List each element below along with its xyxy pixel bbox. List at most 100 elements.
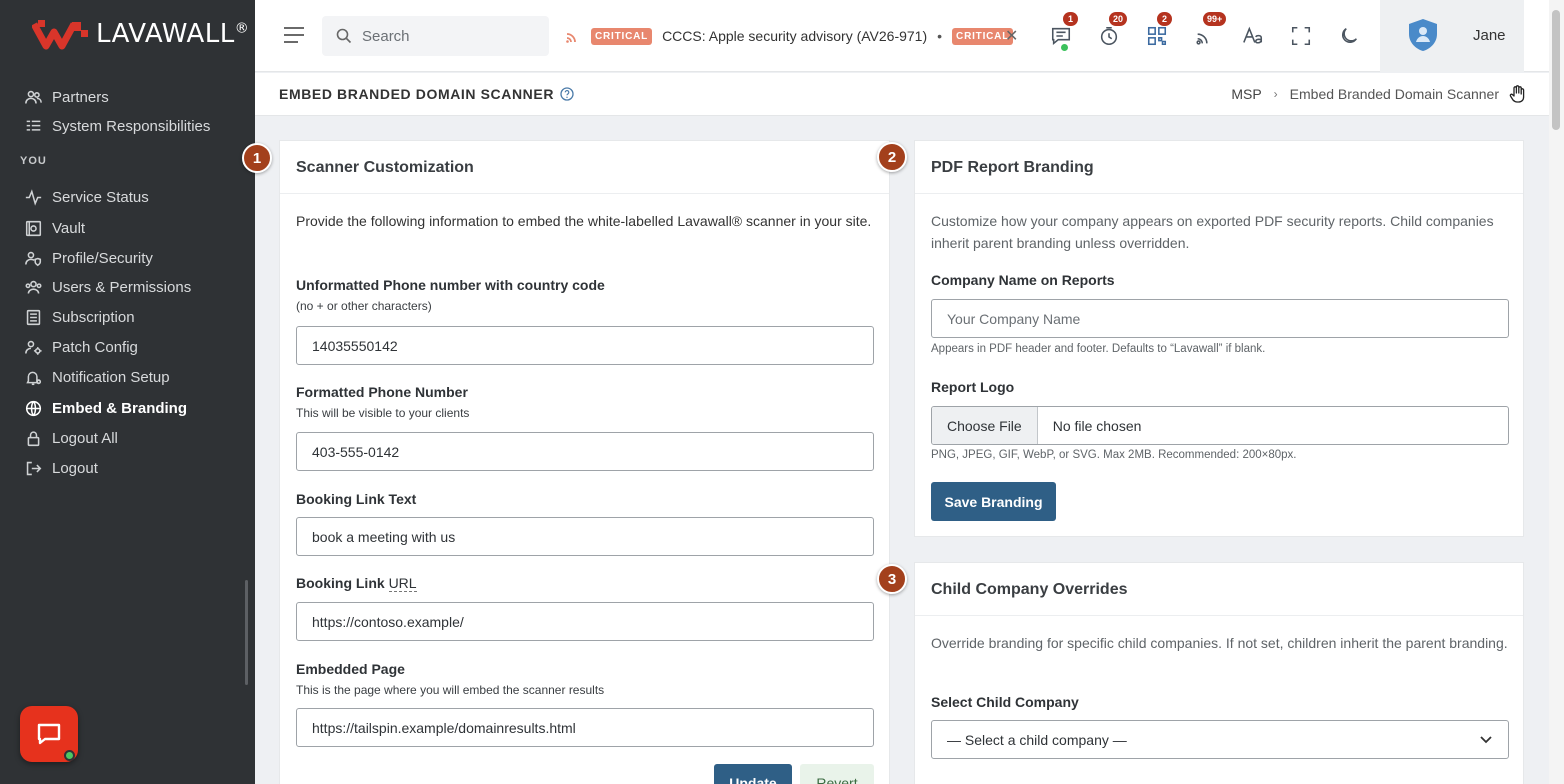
sidebar-item-embed-branding[interactable]: Embed & Branding (24, 397, 187, 419)
embedded-page-field[interactable] (296, 708, 874, 747)
scanner-description: Provide the following information to emb… (296, 213, 872, 229)
menu-toggle-icon[interactable] (283, 25, 305, 45)
booking-text-input[interactable] (312, 528, 873, 545)
search-icon (336, 28, 352, 44)
update-button[interactable]: Update (714, 764, 792, 784)
list-icon (24, 117, 42, 135)
user-shield-icon (24, 249, 42, 267)
sidebar-item-logout-all[interactable]: Logout All (24, 427, 118, 449)
sidebar-item-system-responsibilities[interactable]: System Responsibilities (24, 115, 210, 137)
booking-text-field[interactable] (296, 517, 874, 556)
dark-mode-button[interactable] (1329, 16, 1369, 56)
pdf-branding-card: PDF Report Branding Customize how your c… (914, 140, 1524, 537)
booking-url-field[interactable] (296, 602, 874, 641)
sidebar-item-label: Profile/Security (52, 249, 153, 267)
card-title: Scanner Customization (280, 141, 889, 194)
logo-text: LAVAWALL® (96, 19, 250, 49)
subscription-icon (24, 308, 42, 326)
formatted-phone-input[interactable] (312, 443, 873, 460)
close-icon[interactable]: ✕ (1005, 26, 1018, 46)
booking-url-label: Booking Link URL (296, 575, 417, 592)
child-company-select[interactable]: — Select a child company — (931, 720, 1509, 759)
card-title: Child Company Overrides (915, 563, 1523, 616)
critical-badge: CRITICAL (591, 27, 653, 45)
sidebar-scrollbar[interactable] (245, 580, 248, 685)
rss-icon (566, 33, 576, 43)
choose-file-button[interactable]: Choose File (932, 407, 1038, 444)
qr-badge: 2 (1157, 12, 1172, 26)
breadcrumb-msp[interactable]: MSP (1231, 86, 1261, 102)
vault-icon (24, 219, 42, 237)
qr-button[interactable]: 2 (1137, 12, 1177, 56)
url-abbr: URL (388, 575, 417, 592)
moon-icon (1342, 28, 1357, 43)
search-input[interactable] (362, 27, 532, 45)
fullscreen-button[interactable] (1281, 16, 1321, 56)
fullscreen-icon (1291, 26, 1311, 46)
timer-button[interactable]: 20 (1089, 12, 1129, 56)
report-logo-label: Report Logo (931, 379, 1015, 395)
sidebar-item-label: Logout All (52, 429, 118, 447)
pulse-icon (24, 188, 42, 206)
scanner-customization-card: Scanner Customization Provide the follow… (279, 140, 890, 784)
sidebar-item-logout[interactable]: Logout (24, 457, 98, 479)
ticker-text[interactable]: CCCS: Apple security advisory (AV26-971) (662, 28, 927, 44)
child-overrides-card: Child Company Overrides Override brandin… (914, 562, 1524, 784)
sidebar-item-label: System Responsibilities (52, 117, 211, 135)
feeds-button[interactable]: 99+ (1185, 12, 1227, 56)
revert-button[interactable]: Revert (800, 764, 874, 784)
booking-text-label: Booking Link Text (296, 491, 417, 507)
sidebar-item-subscription[interactable]: Subscription (24, 306, 135, 328)
phone-label: Unformatted Phone number with country co… (296, 277, 605, 293)
sidebar-item-label: Partners (52, 88, 109, 106)
logo[interactable]: LAVAWALL® (32, 18, 249, 50)
stopwatch-icon (1100, 26, 1118, 46)
chevron-down-icon (1480, 735, 1492, 743)
sidebar-item-profile-security[interactable]: Profile/Security (24, 247, 153, 269)
report-logo-file-input[interactable]: Choose File No file chosen (931, 406, 1509, 445)
font-size-button[interactable] (1233, 16, 1273, 56)
scrollbar-thumb[interactable] (1552, 10, 1560, 130)
formatted-phone-label: Formatted Phone Number (296, 384, 468, 400)
report-logo-hint: PNG, JPEG, GIF, WebP, or SVG. Max 2MB. R… (931, 449, 1297, 461)
embedded-page-input[interactable] (312, 719, 873, 736)
embedded-page-hint: This is the page where you will embed th… (296, 683, 605, 697)
timer-badge: 20 (1109, 12, 1128, 26)
messages-button[interactable]: 1 (1041, 12, 1081, 56)
user-menu[interactable]: Jane (1380, 0, 1524, 72)
page-scrollbar[interactable] (1549, 0, 1564, 784)
user-name: Jane (1473, 27, 1506, 44)
sidebar-item-service-status[interactable]: Service Status (24, 186, 149, 208)
step-badge-2: 2 (877, 142, 907, 172)
sidebar-item-patch-config[interactable]: Patch Config (24, 336, 138, 358)
avatar (1409, 19, 1437, 51)
embedded-page-label: Embedded Page (296, 661, 405, 677)
formatted-phone-field[interactable] (296, 432, 874, 471)
ticker-separator: • (937, 28, 943, 44)
globe-icon (24, 399, 42, 417)
font-size-icon (1243, 26, 1263, 44)
hand-pointer-icon (1509, 85, 1525, 103)
sidebar-item-users-permissions[interactable]: Users & Permissions (24, 276, 191, 298)
breadcrumb-current: Embed Branded Domain Scanner (1289, 86, 1499, 102)
sidebar-item-notification-setup[interactable]: Notification Setup (24, 366, 170, 388)
booking-url-input[interactable] (312, 613, 873, 630)
search-box[interactable] (322, 16, 549, 56)
alert-ticker[interactable]: CRITICAL CCCS: Apple security advisory (… (565, 24, 1014, 48)
users-icon (24, 278, 42, 296)
phone-input[interactable] (312, 337, 873, 354)
bell-gear-icon (24, 368, 42, 386)
lock-icon (24, 429, 42, 447)
sidebar-item-vault[interactable]: Vault (24, 217, 85, 239)
step-badge-1: 1 (242, 143, 272, 173)
save-branding-button[interactable]: Save Branding (931, 482, 1056, 521)
phone-field[interactable] (296, 326, 874, 365)
message-icon (1051, 27, 1071, 45)
sidebar-item-partners[interactable]: Partners (24, 86, 109, 108)
rss-feed-icon (1196, 33, 1208, 45)
sidebar-item-label: Vault (52, 219, 86, 237)
company-name-input[interactable] (947, 310, 1508, 327)
company-name-field[interactable] (931, 299, 1509, 338)
page-header: EMBED BRANDED DOMAIN SCANNER MSP › Embed… (255, 73, 1549, 116)
help-icon[interactable] (560, 87, 574, 101)
